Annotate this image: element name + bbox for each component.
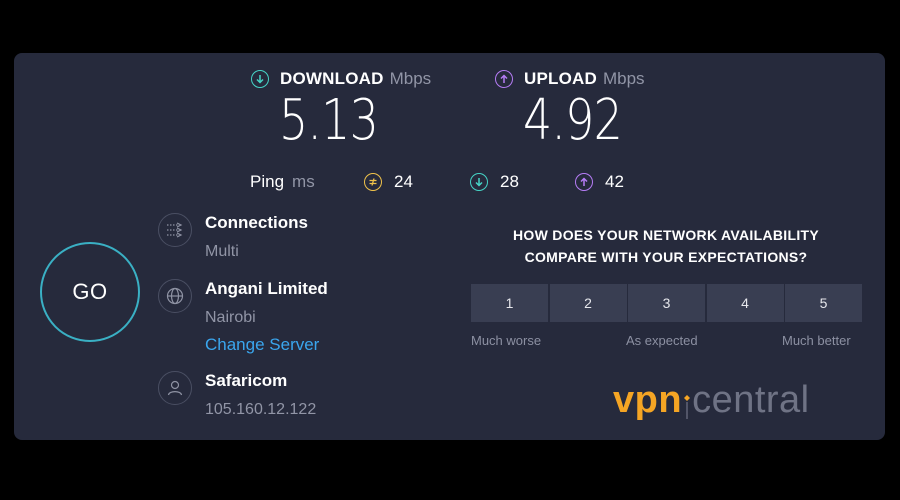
logo-vpn: vpn [613,379,683,421]
speedtest-panel: DOWNLOAD Mbps 5.13 UPLOAD Mbps 4.92 Ping… [14,53,885,440]
connections-icon [158,213,192,247]
rating-option-1[interactable]: 1 [471,284,548,322]
ping-upload-value: 42 [605,172,624,191]
rating-option-4[interactable]: 4 [706,284,784,322]
go-button[interactable]: GO [40,242,140,342]
user-icon [158,371,192,405]
survey-question-line1: HOW DOES YOUR NETWORK AVAILABILITY [512,227,819,243]
scale-low-label: Much worse [471,333,542,348]
download-label: DOWNLOAD [280,69,384,88]
change-server-link[interactable]: Change Server [205,335,319,355]
ping-unit: ms [292,172,315,191]
rating-scale: 1 2 3 4 5 [471,284,862,322]
ping-upload: 42 [575,172,624,192]
download-metric: DOWNLOAD Mbps 5.13 [251,69,431,149]
ping-idle-value: 24 [394,172,413,191]
rating-option-5[interactable]: 5 [785,284,862,322]
arrow-down-circle-icon [251,70,269,88]
logo-central: central [692,379,810,421]
provider-ip: 105.160.12.122 [205,401,317,418]
ping-label: Ping [250,172,285,191]
upload-value: 4.92 [523,88,623,153]
vpncentral-logo: vpn central [613,379,810,422]
arrow-up-circle-icon [495,70,513,88]
survey-question-line2: COMPARE WITH YOUR EXPECTATIONS? [524,249,808,265]
connections-title: Connections [205,213,308,232]
upload-label: UPLOAD [524,69,597,88]
server-location: Nairobi [205,309,256,326]
globe-icon [158,279,192,313]
rating-option-2[interactable]: 2 [549,284,627,322]
scale-mid-label: As expected [626,333,698,348]
ping-download-value: 28 [500,172,519,191]
download-unit: Mbps [389,69,432,88]
survey-question: HOW DOES YOUR NETWORK AVAILABILITY COMPA… [470,224,862,268]
ping-download: 28 [470,172,519,192]
scale-high-label: Much better [782,333,851,348]
ping-idle: 24 [364,172,413,192]
provider-name: Safaricom [205,371,288,390]
rating-option-3[interactable]: 3 [628,284,705,322]
upload-metric: UPLOAD Mbps 4.92 [495,69,645,149]
server-name: Angani Limited [205,279,328,298]
logo-shield-icon [684,386,691,419]
download-value: 5.13 [279,88,379,153]
ping-download-icon [470,173,488,191]
upload-unit: Mbps [602,69,645,88]
ping-row: Ping ms [250,172,315,192]
ping-upload-icon [575,173,593,191]
connections-value[interactable]: Multi [205,243,239,261]
ping-idle-icon [364,173,382,191]
